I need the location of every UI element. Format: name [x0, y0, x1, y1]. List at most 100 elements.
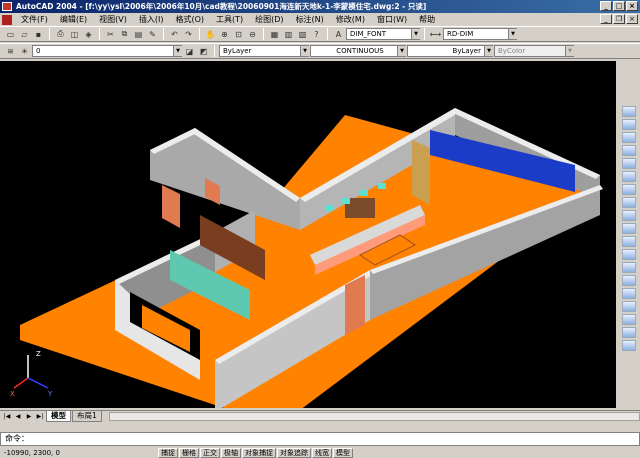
open-folder-icon[interactable]: ▱ [18, 28, 31, 41]
menu-draw[interactable]: 绘图(D) [249, 13, 289, 26]
trim-icon[interactable] [622, 223, 636, 234]
grid-toggle[interactable]: 栅格 [179, 447, 199, 458]
command-line[interactable]: 命令： [0, 432, 640, 446]
pan-icon[interactable]: ✋ [204, 28, 217, 41]
menu-tools[interactable]: 工具(T) [210, 13, 249, 26]
properties-icon[interactable]: ▦ [268, 28, 281, 41]
document-icon[interactable] [2, 14, 12, 25]
menu-file[interactable]: 文件(F) [15, 13, 54, 26]
design-center-icon[interactable]: ▥ [282, 28, 295, 41]
linetype-select[interactable]: CONTINUOUS ▼ [310, 45, 406, 57]
layer-previous-icon[interactable]: ◩ [197, 45, 210, 58]
model-space-toggle[interactable]: 模型 [333, 447, 353, 458]
first-tab-icon[interactable]: |◀ [2, 412, 12, 422]
floorplan-3d-drawing: Z X Y [0, 61, 616, 408]
chevron-down-icon[interactable]: ▼ [565, 46, 574, 56]
wood-columns [412, 140, 430, 205]
undo-icon[interactable]: ↶ [168, 28, 181, 41]
horizontal-scrollbar[interactable] [108, 412, 640, 421]
scale-icon[interactable] [622, 197, 636, 208]
hatch-icon[interactable] [622, 314, 636, 325]
chamfer-icon[interactable] [622, 262, 636, 273]
save-icon[interactable]: ▪ [32, 28, 45, 41]
menu-view[interactable]: 视图(V) [93, 13, 133, 26]
snap-toggle[interactable]: 捕捉 [158, 447, 178, 458]
break-icon[interactable] [622, 249, 636, 260]
mirror-icon[interactable] [622, 132, 636, 143]
menu-format[interactable]: 格式(O) [169, 13, 210, 26]
move-icon[interactable] [622, 171, 636, 182]
layer-manager-icon[interactable]: ≋ [4, 45, 17, 58]
maximize-button[interactable]: □ [613, 1, 625, 11]
doc-minimize-button[interactable]: _ [600, 14, 612, 24]
publish-icon[interactable]: ◈ [82, 28, 95, 41]
zoom-window-icon[interactable]: ⊡ [232, 28, 245, 41]
status-bar: -10990, 2300, 0 捕捉 栅格 正交 极轴 对象捕捉 对象追踪 线宽… [0, 447, 640, 458]
explode-icon[interactable] [622, 288, 636, 299]
copy-icon[interactable]: ⧉ [118, 28, 131, 41]
copy-object-icon[interactable] [622, 119, 636, 130]
svg-text:X: X [10, 390, 15, 398]
fillet-icon[interactable] [622, 275, 636, 286]
tab-layout1[interactable]: 布局1 [72, 411, 102, 422]
lineweight-select[interactable]: ByLayer ▼ [407, 45, 493, 57]
paste-icon[interactable]: ▤ [132, 28, 145, 41]
minimize-button[interactable]: _ [600, 1, 612, 11]
color-select[interactable]: ByLayer ▼ [219, 45, 309, 57]
close-button[interactable]: × [626, 1, 638, 11]
dim-style-select[interactable]: RD-DIM ▼ [443, 28, 517, 40]
match-properties-icon[interactable]: ✎ [146, 28, 159, 41]
menu-modify[interactable]: 修改(M) [330, 13, 371, 26]
next-tab-icon[interactable]: ▶ [24, 412, 34, 422]
otrack-toggle[interactable]: 对象追踪 [277, 447, 311, 458]
extend-icon[interactable] [622, 236, 636, 247]
cut-icon[interactable]: ✂ [104, 28, 117, 41]
array-icon[interactable] [622, 158, 636, 169]
chevron-down-icon[interactable]: ▼ [508, 29, 517, 39]
chevron-down-icon[interactable]: ▼ [397, 46, 406, 56]
layer-select[interactable]: 0 ▼ [32, 45, 182, 57]
polar-toggle[interactable]: 极轴 [221, 447, 241, 458]
menu-window[interactable]: 窗口(W) [371, 13, 413, 26]
text-icon[interactable] [622, 340, 636, 351]
chevron-down-icon[interactable]: ▼ [411, 29, 420, 39]
redo-icon[interactable]: ↷ [182, 28, 195, 41]
chevron-down-icon[interactable]: ▼ [484, 46, 493, 56]
erase-icon[interactable] [622, 106, 636, 117]
menu-help[interactable]: 帮助 [413, 13, 441, 26]
lineweight-toggle[interactable]: 线宽 [312, 447, 332, 458]
make-current-layer-icon[interactable]: ◪ [183, 45, 196, 58]
coordinate-readout: -10990, 2300, 0 [4, 448, 60, 457]
drawing-viewport[interactable]: Z X Y [0, 61, 616, 408]
last-tab-icon[interactable]: ▶| [35, 412, 45, 422]
ortho-toggle[interactable]: 正交 [200, 447, 220, 458]
stretch-icon[interactable] [622, 210, 636, 221]
new-file-icon[interactable]: ▭ [4, 28, 17, 41]
doc-restore-button[interactable]: ❐ [613, 14, 625, 24]
offset-icon[interactable] [622, 145, 636, 156]
zoom-previous-icon[interactable]: ⊖ [246, 28, 259, 41]
print-preview-icon[interactable]: ◫ [68, 28, 81, 41]
menu-insert[interactable]: 插入(I) [133, 13, 170, 26]
text-style-select[interactable]: DIM_FONT ▼ [346, 28, 420, 40]
print-icon[interactable]: ⎙ [54, 28, 67, 41]
layout-tabs: |◀ ◀ ▶ ▶| 模型 布局1 [0, 410, 640, 422]
doc-close-button[interactable]: × [626, 14, 638, 24]
menu-edit[interactable]: 编辑(E) [54, 13, 93, 26]
chevron-down-icon[interactable]: ▼ [300, 46, 309, 56]
zoom-realtime-icon[interactable]: ⊕ [218, 28, 231, 41]
modify-toolbar [618, 61, 640, 408]
osnap-toggle[interactable]: 对象捕捉 [242, 447, 276, 458]
help-icon[interactable]: ? [310, 28, 323, 41]
block-icon[interactable] [622, 327, 636, 338]
plotstyle-select[interactable]: ByColor ▼ [494, 45, 574, 57]
prev-tab-icon[interactable]: ◀ [13, 412, 23, 422]
chevron-down-icon[interactable]: ▼ [173, 46, 182, 56]
region-icon[interactable] [622, 301, 636, 312]
tab-model[interactable]: 模型 [46, 411, 71, 422]
menu-dimension[interactable]: 标注(N) [290, 13, 330, 26]
tool-palettes-icon[interactable]: ▧ [296, 28, 309, 41]
rotate-icon[interactable] [622, 184, 636, 195]
layer-on-icon[interactable]: ☀ [18, 45, 31, 58]
standard-toolbar: ▭ ▱ ▪ ⎙ ◫ ◈ ✂ ⧉ ▤ ✎ ↶ ↷ ✋ ⊕ ⊡ ⊖ ▦ ▥ ▧ ? … [0, 26, 640, 42]
